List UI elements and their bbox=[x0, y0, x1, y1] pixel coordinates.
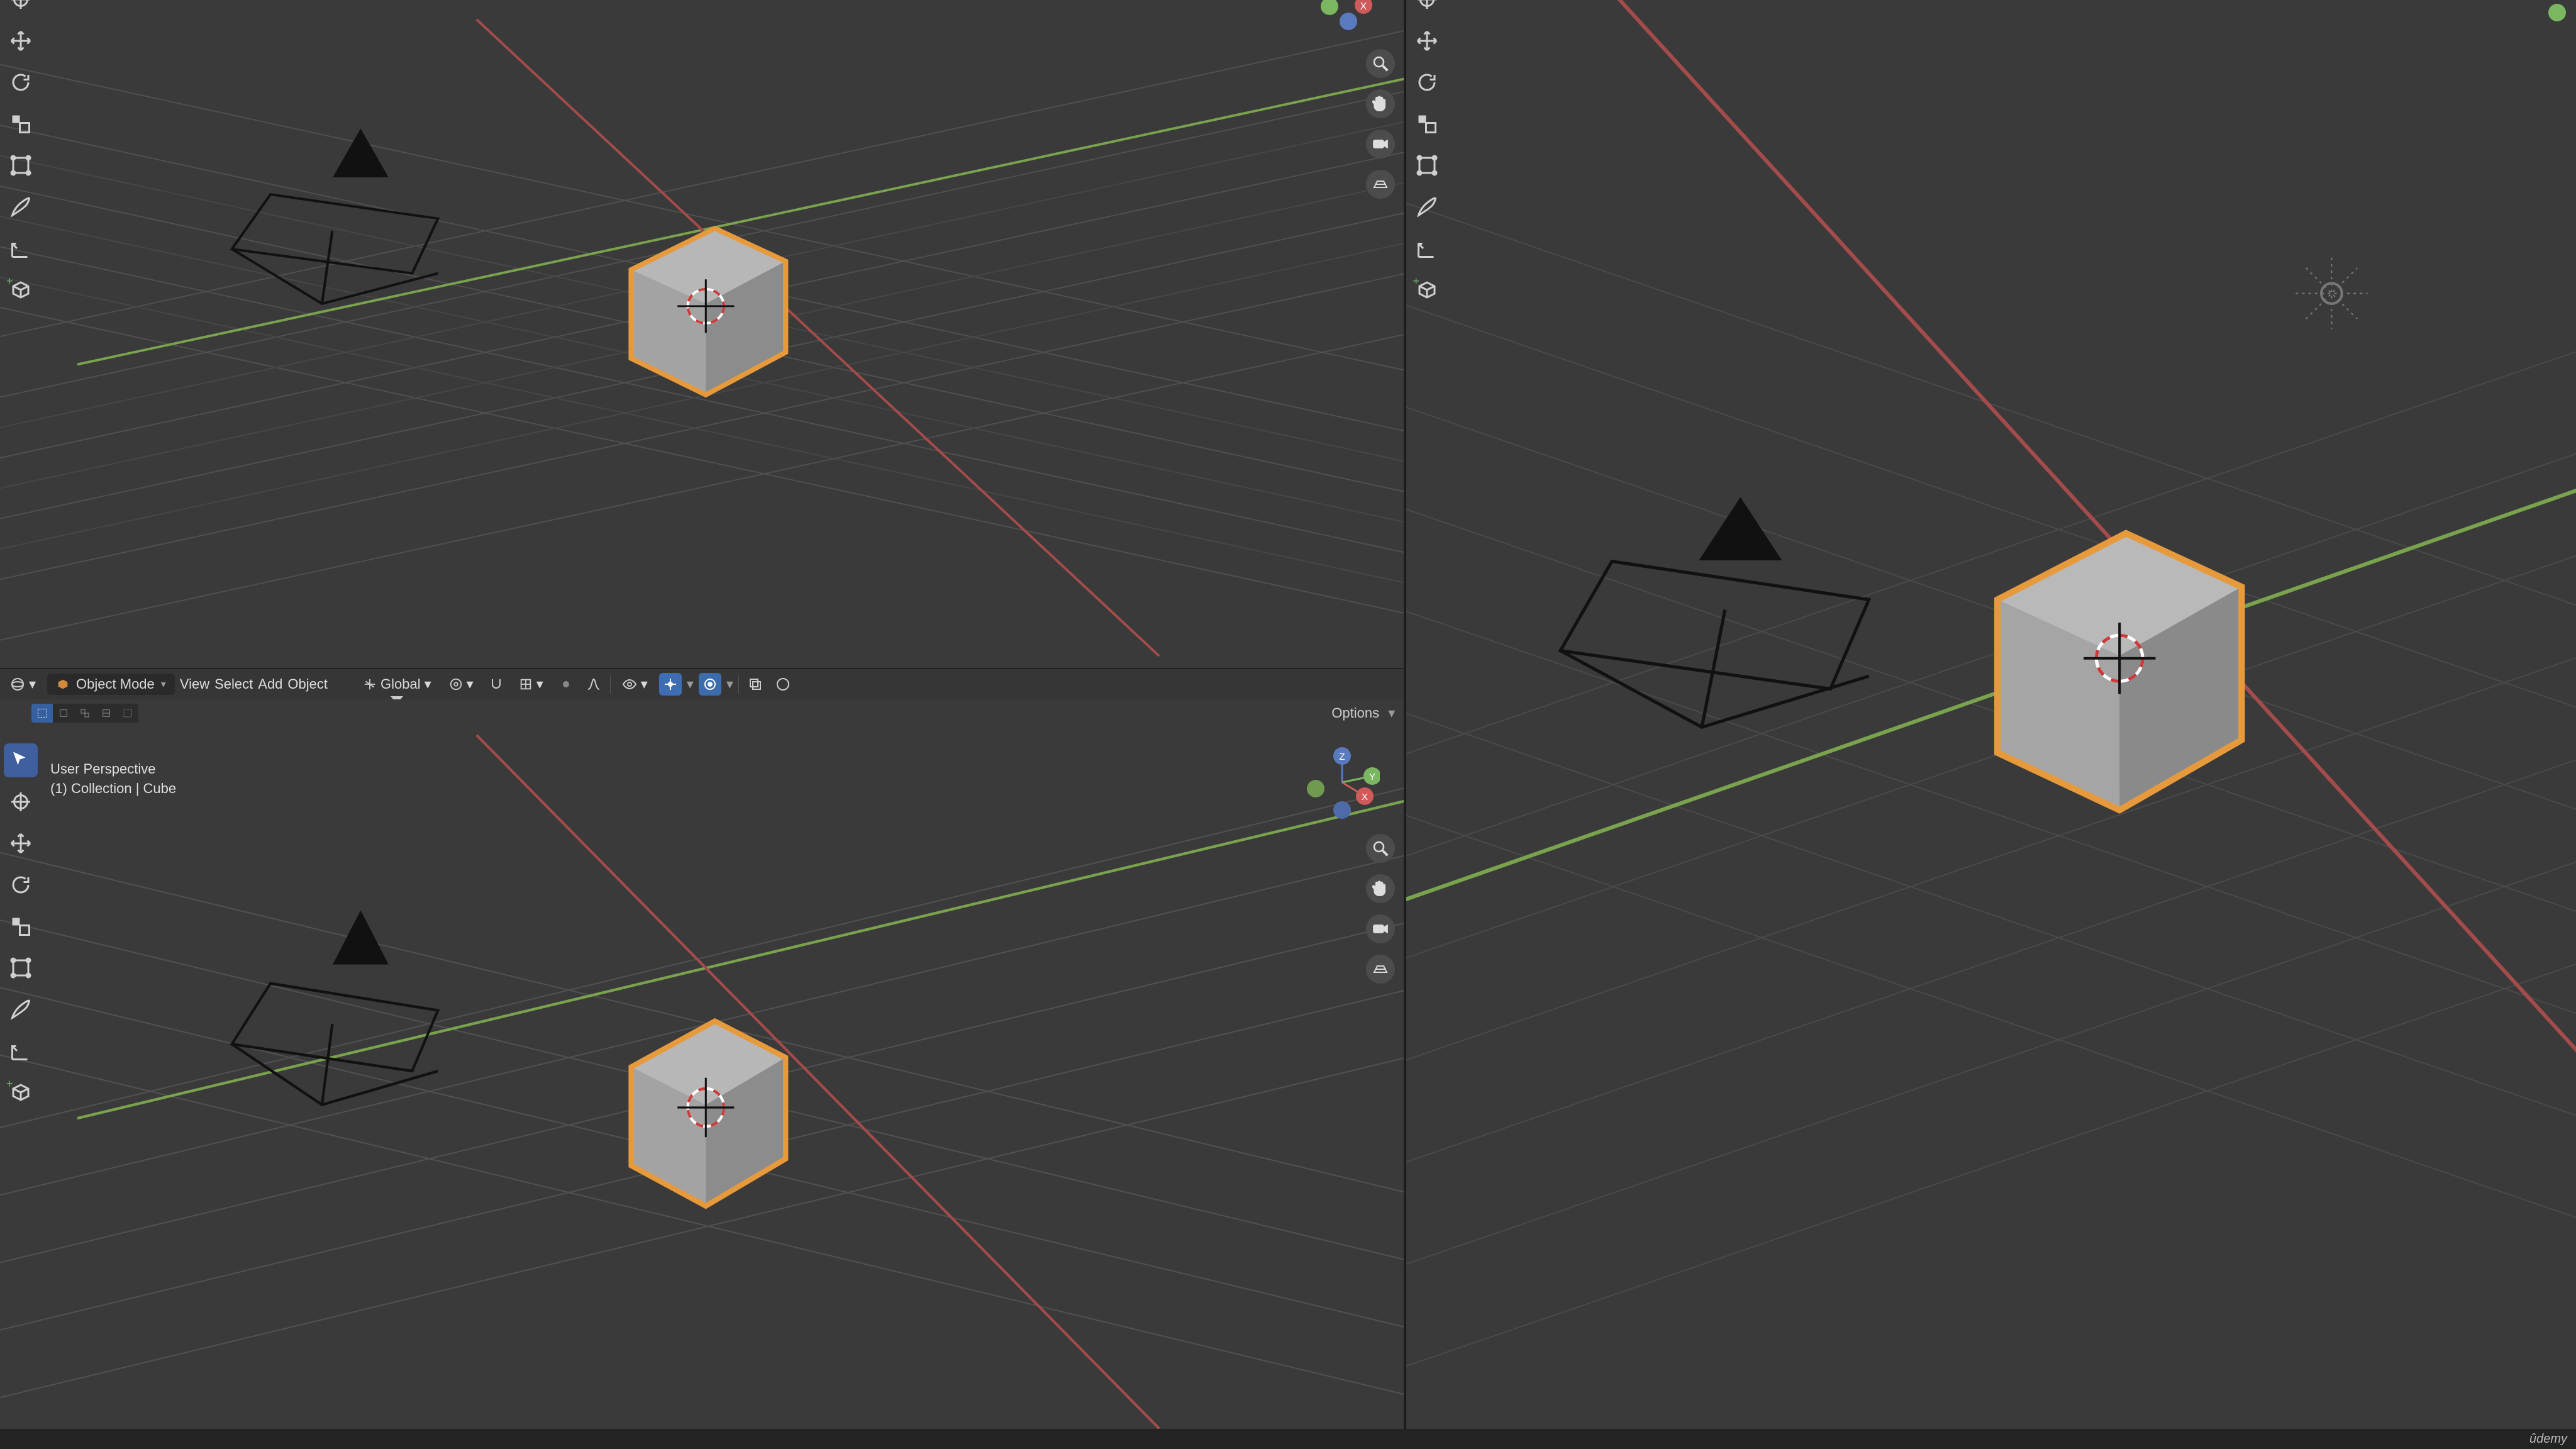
orientation-gizmo[interactable]: Z Y X bbox=[1304, 745, 1380, 820]
plus-icon: + bbox=[6, 275, 13, 287]
tool-measure[interactable] bbox=[1410, 231, 1444, 265]
viewport-header: ▾ Object Mode ▾ View Select Add Object G… bbox=[0, 668, 1404, 699]
camera-button[interactable] bbox=[1366, 914, 1395, 943]
menu-add[interactable]: Add bbox=[258, 676, 282, 692]
shading-wireframe[interactable] bbox=[772, 673, 794, 696]
tool-cursor[interactable] bbox=[4, 0, 38, 16]
dropdown-caret-icon: ▾ bbox=[726, 676, 733, 692]
zoom-button[interactable] bbox=[1366, 834, 1395, 863]
svg-text:X: X bbox=[1362, 792, 1368, 802]
tool-rotate[interactable] bbox=[1410, 65, 1444, 99]
perspective-button[interactable] bbox=[1366, 170, 1395, 199]
tool-rotate[interactable] bbox=[4, 65, 38, 99]
svg-text:Y: Y bbox=[1369, 772, 1375, 782]
camera-button[interactable] bbox=[1366, 130, 1395, 158]
options-label: Options bbox=[1331, 705, 1379, 721]
tool-measure[interactable] bbox=[4, 231, 38, 265]
tool-select-box[interactable] bbox=[4, 743, 38, 777]
status-bar: ûdemy bbox=[0, 1429, 2576, 1449]
tool-settings-header: Options ▾ bbox=[0, 699, 1404, 727]
editor-type-dropdown[interactable]: ▾ bbox=[4, 675, 42, 694]
orientation-label: Global bbox=[380, 676, 421, 692]
pan-button[interactable] bbox=[1366, 874, 1395, 903]
gizmo-toggle[interactable] bbox=[659, 673, 682, 696]
proportional-curve[interactable] bbox=[582, 673, 605, 696]
tool-measure[interactable] bbox=[4, 1034, 38, 1068]
orientation-gizmo[interactable]: X bbox=[1303, 0, 1379, 31]
status-left bbox=[9, 1432, 13, 1446]
visibility-dropdown[interactable]: ▾ bbox=[616, 675, 654, 694]
svg-text:Z: Z bbox=[1340, 752, 1345, 762]
dropdown-caret-icon: ▾ bbox=[161, 678, 166, 691]
tool-scale[interactable] bbox=[4, 107, 38, 141]
dropdown-caret-icon: ▾ bbox=[29, 676, 36, 692]
tool-move[interactable] bbox=[4, 24, 38, 58]
dropdown-caret-icon: ▾ bbox=[425, 676, 431, 692]
scene-canvas[interactable] bbox=[1406, 0, 2576, 1429]
tool-add-cube[interactable]: + bbox=[4, 1075, 38, 1109]
tool-cursor[interactable] bbox=[1410, 0, 1444, 16]
dropdown-caret-icon: ▾ bbox=[1388, 705, 1395, 721]
menu-view[interactable]: View bbox=[180, 676, 209, 692]
pan-button[interactable] bbox=[1366, 89, 1395, 118]
dropdown-caret-icon: ▾ bbox=[536, 676, 543, 692]
tool-scale[interactable] bbox=[4, 909, 38, 943]
brand-logo: ûdemy bbox=[2529, 1432, 2567, 1446]
tool-annotate[interactable] bbox=[1410, 190, 1444, 224]
dropdown-caret-icon: ▾ bbox=[467, 676, 474, 692]
orientation-dropdown[interactable]: Global ▾ bbox=[357, 675, 438, 694]
mode-label: Object Mode bbox=[76, 676, 155, 692]
pivot-dropdown[interactable]: ▾ bbox=[443, 675, 480, 694]
tool-add-cube[interactable]: + bbox=[1410, 273, 1444, 307]
plus-icon: + bbox=[1413, 275, 1419, 287]
menu-select[interactable]: Select bbox=[214, 676, 253, 692]
select-mode-pills[interactable] bbox=[31, 704, 138, 723]
tool-transform[interactable] bbox=[1410, 148, 1444, 182]
tool-add-cube[interactable]: + bbox=[4, 273, 38, 307]
tool-transform[interactable] bbox=[4, 148, 38, 182]
menu-object[interactable]: Object bbox=[287, 676, 328, 692]
plus-icon: + bbox=[6, 1078, 13, 1089]
svg-text:X: X bbox=[1360, 1, 1367, 12]
scene-canvas[interactable] bbox=[0, 0, 1404, 668]
dropdown-caret-icon: ▾ bbox=[687, 676, 694, 692]
dropdown-caret-icon: ▾ bbox=[641, 676, 648, 692]
tool-transform[interactable] bbox=[4, 951, 38, 985]
proportional-edit-dot[interactable] bbox=[555, 673, 577, 696]
tool-move[interactable] bbox=[1410, 24, 1444, 58]
light-object[interactable] bbox=[2296, 258, 2367, 330]
cube-object[interactable] bbox=[1997, 533, 2241, 810]
snap-toggle[interactable] bbox=[485, 673, 508, 696]
zoom-button[interactable] bbox=[1366, 49, 1395, 78]
tool-rotate[interactable] bbox=[4, 868, 38, 902]
camera-object[interactable] bbox=[232, 913, 438, 1105]
cube-object[interactable] bbox=[631, 1021, 786, 1206]
snap-dropdown[interactable]: ▾ bbox=[513, 675, 550, 694]
tool-annotate[interactable] bbox=[4, 190, 38, 224]
overlay-toggle[interactable] bbox=[699, 673, 721, 696]
tool-annotate[interactable] bbox=[4, 992, 38, 1026]
perspective-button[interactable] bbox=[1366, 955, 1395, 984]
mode-dropdown[interactable]: Object Mode ▾ bbox=[47, 674, 175, 695]
orientation-gizmo[interactable] bbox=[2538, 0, 2576, 31]
camera-object[interactable] bbox=[232, 131, 438, 304]
tool-move[interactable] bbox=[4, 826, 38, 860]
overlay-line2: (1) Collection | Cube bbox=[50, 779, 176, 799]
viewport-top-left[interactable]: + X bbox=[0, 0, 1404, 668]
viewport-right[interactable]: + bbox=[1406, 0, 2576, 1429]
overlay-line1: User Perspective bbox=[50, 760, 176, 779]
camera-object[interactable] bbox=[1561, 500, 1869, 727]
tool-cursor[interactable] bbox=[4, 785, 38, 819]
xray-toggle[interactable] bbox=[744, 673, 767, 696]
viewport-overlay-text: User Perspective (1) Collection | Cube bbox=[50, 760, 176, 799]
tool-scale[interactable] bbox=[1410, 107, 1444, 141]
cube-object[interactable] bbox=[631, 228, 786, 395]
options-dropdown[interactable]: Options ▾ bbox=[1331, 705, 1395, 721]
scene-canvas[interactable] bbox=[0, 727, 1404, 1429]
viewport-bottom-left[interactable]: + User Perspective (1) Collection | Cube… bbox=[0, 727, 1404, 1429]
